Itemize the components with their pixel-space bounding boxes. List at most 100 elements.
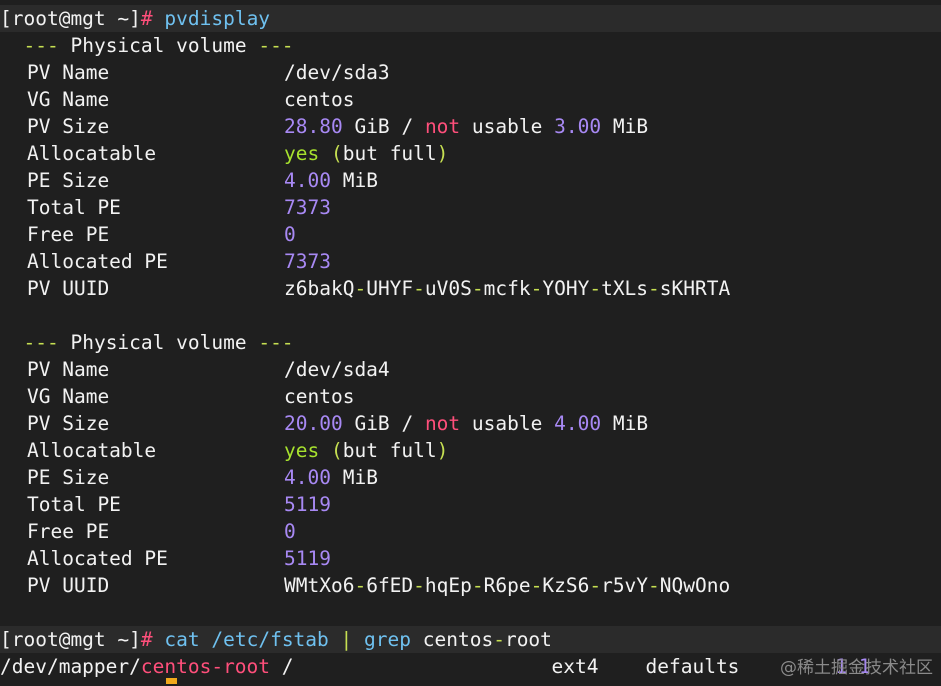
- pv1-alloc-but-full: but full: [342, 142, 437, 165]
- pv1-value-free-pe: 0: [284, 223, 296, 246]
- pv2-alloc-rparen: ): [436, 439, 449, 462]
- pv2-size-not: not: [424, 412, 461, 435]
- pv2-uuid-part-3: R6pe: [483, 574, 531, 597]
- pv2-row-free-pe: Free PE 0: [0, 518, 941, 545]
- pv1-key-pv-name: PV Name: [27, 61, 110, 84]
- pv2-row-pv-uuid: PV UUID WMtXo6-6fED-hqEp-R6pe-KzS6-r5vY-N…: [0, 572, 941, 599]
- pv2-uuid-sep: -: [354, 574, 367, 597]
- prompt-hash: #: [140, 7, 153, 30]
- pv2-value-pv-name: /dev/sda4: [284, 358, 390, 381]
- pv1-size-num2: 3.00: [554, 115, 602, 138]
- pv2-key-pv-size: PV Size: [27, 412, 110, 435]
- pv2-pe-size-num: 4.00: [284, 466, 331, 489]
- pv2-size-slash: /: [401, 412, 414, 435]
- command-pvdisplay: pvdisplay: [164, 7, 271, 30]
- pv2-row-allocated-pe: Allocated PE 5119: [0, 545, 941, 572]
- pv1-key-free-pe: Free PE: [27, 223, 110, 246]
- pv1-pe-size-num: 4.00: [284, 169, 331, 192]
- pv2-uuid-part-5: r5vY: [601, 574, 649, 597]
- pv1-size-usable: usable: [471, 115, 543, 138]
- pv1-key-allocated-pe: Allocated PE: [27, 250, 168, 273]
- pv2-key-vg-name: VG Name: [27, 385, 110, 408]
- pv1-alloc-lparen: (: [330, 142, 343, 165]
- pv1-uuid-part-3: mcfk: [483, 277, 531, 300]
- pv1-key-pv-size: PV Size: [27, 115, 110, 138]
- pv1-uuid-sep: -: [530, 277, 543, 300]
- terminal-cursor[interactable]: [166, 678, 177, 684]
- pv1-key-pv-uuid: PV UUID: [27, 277, 110, 300]
- pv2-header-title: Physical volume: [70, 331, 247, 354]
- pv2-value-vg-name: centos: [284, 385, 355, 408]
- grep-arg-a: centos: [422, 628, 494, 651]
- pv1-row-pv-uuid: PV UUID z6bakQ-UHYF-uV0S-mcfk-YOHY-tXLs-s…: [0, 275, 941, 302]
- pv1-uuid-part-2: uV0S: [424, 277, 472, 300]
- pv1-row-pv-name: PV Name/dev/sda3: [0, 59, 941, 86]
- prompt-hash: #: [140, 628, 153, 651]
- pv2-alloc-lparen: (: [330, 439, 343, 462]
- pv1-pe-size-unit: MiB: [342, 169, 378, 192]
- pv2-uuid-sep: -: [413, 574, 425, 597]
- pv1-size-slash: /: [401, 115, 414, 138]
- pv1-key-allocatable: Allocatable: [27, 142, 157, 165]
- pv2-uuid-sep: -: [471, 574, 484, 597]
- grep-arg-b: root: [504, 628, 552, 651]
- pv2-row-pv-name: PV Name/dev/sda4: [0, 356, 941, 383]
- pv1-key-pe-size: PE Size: [27, 169, 110, 192]
- prompt-line-pvdisplay: [root@mgt ~]# pvdisplay: [0, 5, 941, 32]
- pv1-uuid-sep: -: [471, 277, 484, 300]
- pv1-uuid-part-5: tXLs: [601, 277, 649, 300]
- fstab-pass: 1: [858, 655, 871, 678]
- pv2-value-total-pe: 5119: [284, 493, 331, 516]
- pv1-row-pe-size: PE Size 4.00 MiB: [0, 167, 941, 194]
- pv1-key-vg-name: VG Name: [27, 88, 110, 111]
- fstab-device-name: centos-root: [140, 655, 271, 678]
- pv2-key-allocatable: Allocatable: [27, 439, 157, 462]
- pv1-alloc-rparen: ): [436, 142, 449, 165]
- pv1-dashes-left: ---: [23, 34, 59, 57]
- pv1-row-free-pe: Free PE 0: [0, 221, 941, 248]
- pv2-uuid-part-1: 6fED: [366, 574, 414, 597]
- pv2-alloc-but-full: but full: [342, 439, 437, 462]
- pv1-size-not: not: [424, 115, 461, 138]
- pv2-row-pe-size: PE Size 4.00 MiB: [0, 464, 941, 491]
- pv1-uuid-sep: -: [589, 277, 602, 300]
- pv2-size-unit: GiB: [354, 412, 390, 435]
- pv1-header-title: Physical volume: [70, 34, 247, 57]
- pv2-dashes-right: ---: [258, 331, 294, 354]
- pv2-key-free-pe: Free PE: [27, 520, 110, 543]
- cursor-line: [0, 678, 941, 686]
- pv2-row-pv-size: PV Size 20.00 GiB / not usable 4.00 MiB: [0, 410, 941, 437]
- command-pipe: |: [340, 628, 353, 651]
- command-path: /etc/fstab: [211, 628, 329, 651]
- pv2-uuid-sep: -: [648, 574, 660, 597]
- pv1-uuid-sep: -: [413, 277, 425, 300]
- pv1-value-allocated-pe: 7373: [284, 250, 331, 273]
- pv2-size-num2: 4.00: [554, 412, 602, 435]
- pv2-uuid-part-6: NQwOno: [659, 574, 731, 597]
- pv1-alloc-yes: yes: [284, 142, 320, 165]
- command-cat: cat: [164, 628, 200, 651]
- pv1-dashes-right: ---: [258, 34, 294, 57]
- pv1-header: --- Physical volume ---: [0, 32, 941, 59]
- pv2-size-unit2: MiB: [612, 412, 649, 435]
- pv1-size-unit2: MiB: [612, 115, 649, 138]
- pv2-value-free-pe: 0: [284, 520, 296, 543]
- fstab-mount: /: [281, 655, 294, 678]
- pv1-uuid-sep: -: [648, 277, 660, 300]
- prompt-user-host: [root@mgt ~]: [0, 628, 141, 651]
- pv1-value-pv-name: /dev/sda3: [284, 61, 390, 84]
- pv1-uuid-part-4: YOHY: [542, 277, 590, 300]
- grep-arg-dash: -: [493, 628, 505, 651]
- pv1-row-total-pe: Total PE 7373: [0, 194, 941, 221]
- pv2-uuid-part-2: hqEp: [424, 574, 472, 597]
- pv1-row-vg-name: VG Name centos: [0, 86, 941, 113]
- pv1-row-allocated-pe: Allocated PE 7373: [0, 248, 941, 275]
- pv2-key-pv-name: PV Name: [27, 358, 110, 381]
- pv1-value-total-pe: 7373: [284, 196, 331, 219]
- prompt-user-host: [root@mgt ~]: [0, 7, 141, 30]
- pv2-row-allocatable: Allocatable yes (but full): [0, 437, 941, 464]
- pv1-uuid-part-0: z6bakQ: [284, 277, 355, 300]
- prompt-line-grep: [root@mgt ~]# cat /etc/fstab | grep cent…: [0, 626, 941, 653]
- pv2-key-pv-uuid: PV UUID: [27, 574, 110, 597]
- terminal-window[interactable]: [root@mgt ~]# pvdisplay --- Physical vol…: [0, 0, 941, 686]
